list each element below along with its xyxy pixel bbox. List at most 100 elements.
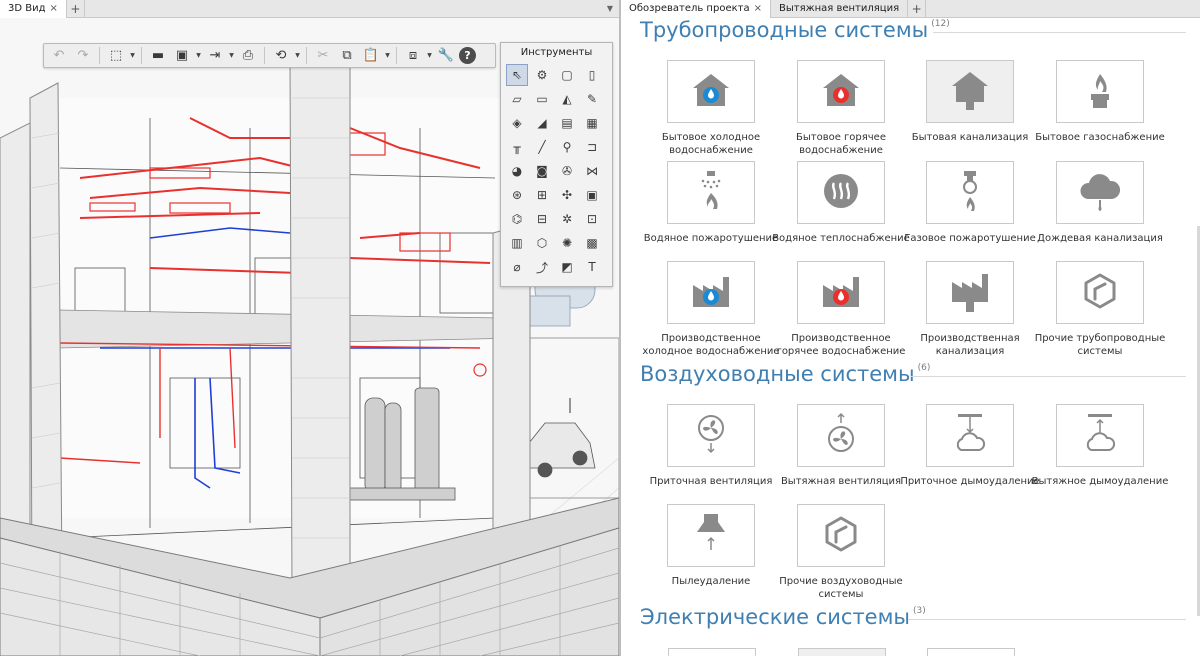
- save-icon[interactable]: ▣: [171, 45, 193, 66]
- redo-icon[interactable]: ↷: [72, 45, 94, 66]
- system-tile[interactable]: [667, 60, 755, 123]
- pointer-icon[interactable]: ⇖: [506, 64, 528, 86]
- system-tile-partial[interactable]: [927, 648, 1015, 656]
- door-icon[interactable]: ▯: [581, 64, 603, 86]
- view-cube-icon[interactable]: ⬚: [105, 45, 127, 66]
- tab-list-dropdown-icon[interactable]: ▼: [601, 0, 619, 17]
- system-tile[interactable]: [797, 261, 885, 324]
- tab-exhaust-ventilation[interactable]: Вытяжная вентиляция: [771, 0, 909, 18]
- undo-icon[interactable]: ↶: [48, 45, 70, 66]
- system-tile[interactable]: [797, 504, 885, 567]
- system-tile[interactable]: [667, 504, 755, 567]
- room-icon[interactable]: ▢: [556, 64, 578, 86]
- toilet-icon[interactable]: ◕: [506, 160, 528, 182]
- chevron-down-icon[interactable]: ▼: [195, 52, 202, 59]
- system-tile-item[interactable]: Дождевая канализация: [1030, 161, 1170, 245]
- system-tile-item[interactable]: Производственная канализация: [900, 261, 1040, 358]
- pipe-fitting-icon[interactable]: ⊐: [581, 136, 603, 158]
- export-icon[interactable]: ⇥: [204, 45, 226, 66]
- paste-icon[interactable]: 📋: [360, 45, 382, 66]
- system-tile[interactable]: [1056, 261, 1144, 324]
- system-tile[interactable]: [926, 261, 1014, 324]
- open-folder-icon[interactable]: ▬: [147, 45, 169, 66]
- system-tile[interactable]: [926, 161, 1014, 224]
- grid-icon[interactable]: ▩: [581, 232, 603, 254]
- system-tile-item[interactable]: Бытовое газоснабжение: [1030, 60, 1170, 144]
- roof-icon[interactable]: ◭: [556, 88, 578, 110]
- equipment-icon[interactable]: ⚙: [531, 64, 553, 86]
- fan-coil-icon[interactable]: ✇: [556, 160, 578, 182]
- meter-icon[interactable]: ⊡: [581, 208, 603, 230]
- print-icon[interactable]: ⎙: [237, 45, 259, 66]
- system-tile-partial[interactable]: [798, 648, 886, 656]
- shield-icon[interactable]: ⬡: [531, 232, 553, 254]
- chevron-down-icon[interactable]: ▼: [384, 52, 391, 59]
- close-icon[interactable]: ×: [50, 0, 58, 18]
- system-tile-item[interactable]: Вытяжная вентиляция: [771, 404, 911, 488]
- window-icon[interactable]: ▦: [581, 112, 603, 134]
- tank-icon[interactable]: ⊞: [531, 184, 553, 206]
- slab-icon[interactable]: ▱: [506, 88, 528, 110]
- system-tile-item[interactable]: Прочие трубопроводные системы: [1030, 261, 1170, 358]
- cabinet-icon[interactable]: ▥: [506, 232, 528, 254]
- system-tile[interactable]: [1056, 404, 1144, 467]
- wrench-icon[interactable]: 🔧: [435, 45, 457, 66]
- add-tab-button[interactable]: +: [908, 0, 927, 17]
- system-tile-item[interactable]: Производственное горячее водоснабжение: [771, 261, 911, 358]
- chevron-down-icon[interactable]: ▼: [228, 52, 235, 59]
- system-tile-item[interactable]: Водяное теплоснабжение: [771, 161, 911, 245]
- system-tile-item[interactable]: Бытовая канализация: [900, 60, 1040, 144]
- table-icon[interactable]: ╥: [506, 136, 528, 158]
- chevron-down-icon[interactable]: ▼: [426, 52, 433, 59]
- close-icon[interactable]: ×: [754, 0, 762, 18]
- tab-3d-view[interactable]: 3D Вид ×: [0, 0, 67, 18]
- boiler-icon[interactable]: ⌬: [506, 208, 528, 230]
- system-tile[interactable]: [667, 404, 755, 467]
- system-tile[interactable]: [926, 404, 1014, 467]
- beam-icon[interactable]: ▭: [531, 88, 553, 110]
- cable-icon[interactable]: ⤴: [531, 256, 553, 278]
- system-tile-partial[interactable]: [668, 648, 756, 656]
- system-tile[interactable]: [797, 404, 885, 467]
- copy-icon[interactable]: ⧉: [336, 45, 358, 66]
- pencil-icon[interactable]: ✎: [581, 88, 603, 110]
- washer-icon[interactable]: ◙: [531, 160, 553, 182]
- system-tile-item[interactable]: Бытовое холодное водоснабжение: [641, 60, 781, 157]
- tab-project-browser[interactable]: Обозреватель проекта ×: [621, 0, 771, 18]
- system-tile-item[interactable]: Водяное пожаротушение: [641, 161, 781, 245]
- system-tile[interactable]: [667, 261, 755, 324]
- vent-icon[interactable]: ▣: [581, 184, 603, 206]
- faucet-icon[interactable]: ⚲: [556, 136, 578, 158]
- 3d-viewport[interactable]: ↶ ↷ ⬚ ▼ ▬ ▣ ▼ ⇥ ▼ ⎙ ⟲ ▼ ✂ ⧉ 📋 ▼ ⧈ ▼ 🔧 ? …: [0, 18, 619, 656]
- system-tile-item[interactable]: Газовое пожаротушение: [900, 161, 1040, 245]
- valve-icon[interactable]: ⋈: [581, 160, 603, 182]
- system-tile[interactable]: [797, 60, 885, 123]
- system-tile-item[interactable]: Вытяжное дымоудаление: [1030, 404, 1170, 488]
- system-tile[interactable]: [797, 161, 885, 224]
- system-tile-item[interactable]: Приточная вентиляция: [641, 404, 781, 488]
- sprinkler-icon[interactable]: ✲: [556, 208, 578, 230]
- chevron-down-icon[interactable]: ▼: [294, 52, 301, 59]
- layers-icon[interactable]: ⧈: [402, 45, 424, 66]
- line-icon[interactable]: ╱: [531, 136, 553, 158]
- chevron-down-icon[interactable]: ▼: [129, 52, 136, 59]
- cut-icon[interactable]: ✂: [312, 45, 334, 66]
- system-tile-item[interactable]: Приточное дымоудаление: [900, 404, 1040, 488]
- system-tile-item[interactable]: Пылеудаление: [641, 504, 781, 588]
- ramp-icon[interactable]: ◢: [531, 112, 553, 134]
- duct-icon[interactable]: ◈: [506, 112, 528, 134]
- system-tile[interactable]: [1056, 161, 1144, 224]
- add-tab-button[interactable]: +: [67, 0, 85, 17]
- system-tile-item[interactable]: Прочие воздуховодные системы: [771, 504, 911, 601]
- system-tile-item[interactable]: Производственное холодное водоснабжение: [641, 261, 781, 358]
- panel-icon[interactable]: ▤: [556, 112, 578, 134]
- system-tile[interactable]: [926, 60, 1014, 123]
- fan-icon[interactable]: ✣: [556, 184, 578, 206]
- system-tile-item[interactable]: Бытовое горячее водоснабжение: [771, 60, 911, 157]
- lamp-icon[interactable]: ✺: [556, 232, 578, 254]
- text-icon[interactable]: T: [581, 256, 603, 278]
- radiator-icon[interactable]: ⊟: [531, 208, 553, 230]
- orbit-icon[interactable]: ⟲: [270, 45, 292, 66]
- system-tile[interactable]: [1056, 60, 1144, 123]
- system-tile[interactable]: [667, 161, 755, 224]
